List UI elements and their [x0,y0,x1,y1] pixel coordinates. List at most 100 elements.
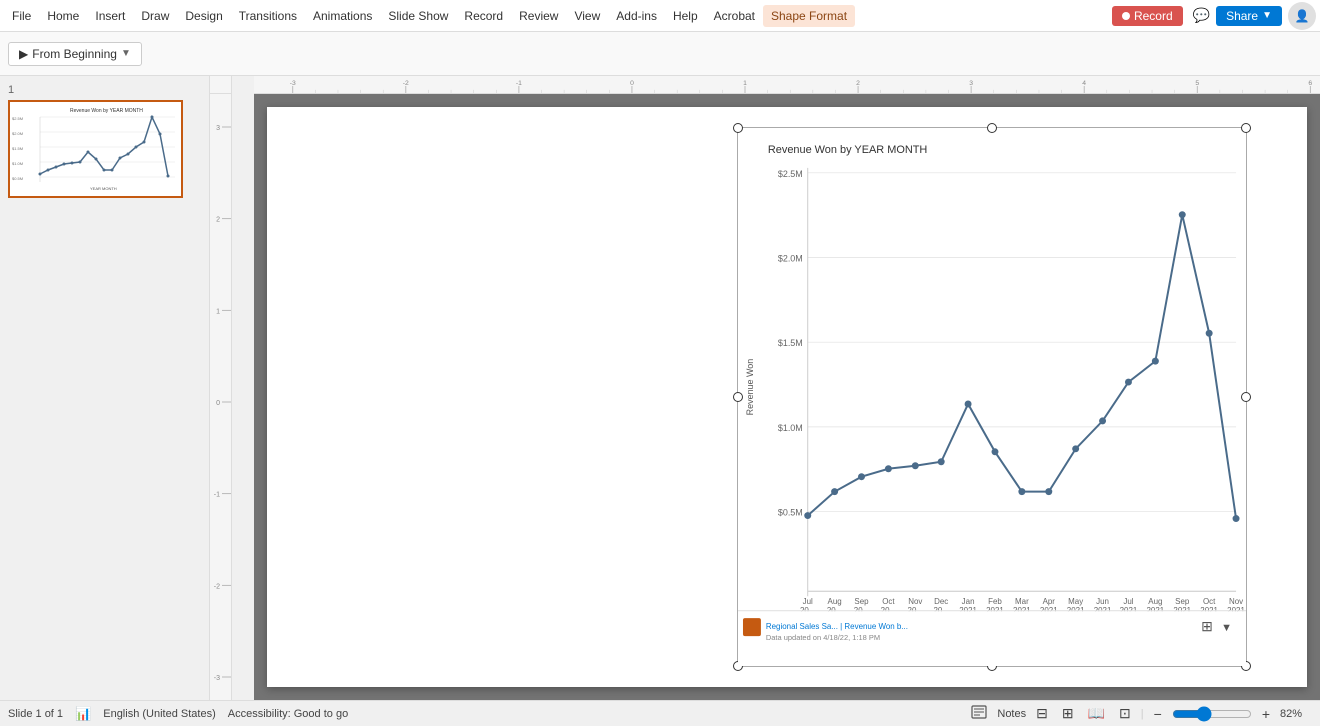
menu-transitions[interactable]: Transitions [231,5,305,27]
svg-text:5: 5 [1195,80,1199,87]
chart-svg: Revenue Won by YEAR MONTH [738,128,1246,666]
svg-text:-3: -3 [290,80,296,87]
from-beginning-button[interactable]: ▶ From Beginning ▼ [8,42,142,66]
data-point-12 [1125,379,1132,386]
menu-insert[interactable]: Insert [87,5,133,27]
ruler-vertical: 3210-1-2-3 [210,94,232,700]
main-area: 1 Revenue Won by YEAR MONTH [0,76,1320,700]
slide-info: Slide 1 of 1 [8,708,63,720]
slide-panel: 1 Revenue Won by YEAR MONTH [0,76,210,700]
svg-text:Revenue Won by YEAR MONTH: Revenue Won by YEAR MONTH [70,108,143,114]
zoom-slider[interactable] [1172,706,1252,722]
ruler-v-svg: 3210-1-2-3 [210,94,232,700]
svg-text:Oct: Oct [1203,597,1216,606]
share-button[interactable]: Share ▼ [1216,6,1282,26]
svg-text:Jan: Jan [962,597,975,606]
svg-text:3: 3 [216,125,220,132]
svg-text:0: 0 [216,400,220,407]
svg-text:-2: -2 [403,80,409,87]
reading-view-icon[interactable]: 📖 [1084,703,1109,724]
chart-container[interactable]: Revenue Won by YEAR MONTH [737,127,1247,667]
svg-text:Nov: Nov [1229,597,1243,606]
svg-text:Data updated on 4/18/22, 1:18: Data updated on 4/18/22, 1:18 PM [766,633,880,642]
menu-draw[interactable]: Draw [133,5,177,27]
zoom-separator: | [1141,708,1144,720]
menu-view[interactable]: View [566,5,608,27]
menu-design[interactable]: Design [177,5,230,27]
status-left: Slide 1 of 1 📊 English (United States) A… [8,706,348,722]
data-point-5 [938,458,945,465]
slide-number: 1 [8,84,201,96]
svg-text:$1.0M: $1.0M [778,423,803,433]
svg-text:Sep: Sep [854,597,869,606]
svg-text:$0.5M: $0.5M [12,176,23,181]
ruler-horizontal: -3-2-10123456 [254,76,1320,94]
svg-text:Jul: Jul [803,597,813,606]
menu-help[interactable]: Help [665,5,706,27]
svg-text:2: 2 [856,80,860,87]
share-label: Share [1226,9,1258,23]
svg-text:-1: -1 [516,80,522,87]
svg-text:$2.5M: $2.5M [12,116,23,121]
data-point-3 [885,465,892,472]
svg-text:May: May [1068,597,1083,606]
data-point-7 [992,448,999,455]
svg-text:Aug: Aug [1148,597,1162,606]
menu-home[interactable]: Home [39,5,87,27]
profile-avatar[interactable]: 👤 [1288,2,1316,30]
svg-text:0: 0 [630,80,634,87]
svg-text:Apr: Apr [1043,597,1056,606]
menu-slideshow[interactable]: Slide Show [380,5,456,27]
notes-icon [971,705,987,719]
data-point-11 [1099,417,1106,424]
svg-text:2: 2 [216,217,220,224]
ribbon-toolbar: ▶ From Beginning ▼ [0,32,1320,76]
slide-info-icon[interactable]: 📊 [75,706,91,722]
svg-text:$2.0M: $2.0M [12,131,23,136]
slide-thumbnail[interactable]: Revenue Won by YEAR MONTH [8,100,183,198]
ruler-h-svg: -3-2-10123456 [254,76,1320,94]
canvas-area: -3-2-10123456 3210-1-2-3 [210,76,1320,700]
svg-text:$1.5M: $1.5M [12,146,23,151]
zoom-out-icon[interactable]: − [1150,704,1166,724]
slide-show-view-icon[interactable]: ⊡ [1115,703,1135,724]
data-point-10 [1072,445,1079,452]
svg-text:$2.0M: $2.0M [778,254,803,264]
svg-text:-1: -1 [214,492,220,499]
zoom-level[interactable]: 82% [1280,708,1312,720]
data-point-1 [831,488,838,495]
notes-button[interactable] [967,703,991,724]
status-bar: Slide 1 of 1 📊 English (United States) A… [0,700,1320,726]
data-point-0 [804,512,811,519]
menu-record[interactable]: Record [456,5,511,27]
svg-text:$2.5M: $2.5M [778,169,803,179]
language-info: English (United States) [103,708,216,720]
slide-canvas[interactable]: Revenue Won by YEAR MONTH [267,107,1307,687]
record-button[interactable]: Record [1112,6,1183,26]
menu-acrobat[interactable]: Acrobat [706,5,763,27]
menu-shapeformat[interactable]: Shape Format [763,5,855,27]
menu-animations[interactable]: Animations [305,5,380,27]
svg-text:3: 3 [969,80,973,87]
menu-file[interactable]: File [4,5,39,27]
svg-text:Dec: Dec [934,597,948,606]
record-icon [1122,12,1130,20]
comment-icon[interactable]: 💬 [1187,3,1216,28]
svg-text:Mar: Mar [1015,597,1029,606]
from-beginning-dropdown-icon: ▼ [121,48,131,59]
menu-addins[interactable]: Add-ins [608,5,665,27]
slide-sorter-icon[interactable]: ⊞ [1058,703,1078,724]
svg-text:$0.5M: $0.5M [778,508,803,518]
accessibility-info: Accessibility: Good to go [228,708,348,720]
normal-view-icon[interactable]: ⊟ [1032,703,1052,724]
svg-text:-2: -2 [214,583,220,590]
data-point-8 [1018,488,1025,495]
notes-label[interactable]: Notes [997,708,1026,720]
zoom-in-icon[interactable]: + [1258,704,1274,724]
svg-text:Feb: Feb [988,597,1002,606]
profile-icon-symbol: 👤 [1295,9,1310,23]
data-point-14 [1179,211,1186,218]
svg-text:Oct: Oct [882,597,895,606]
menu-review[interactable]: Review [511,5,566,27]
share-dropdown-icon: ▼ [1262,10,1272,21]
